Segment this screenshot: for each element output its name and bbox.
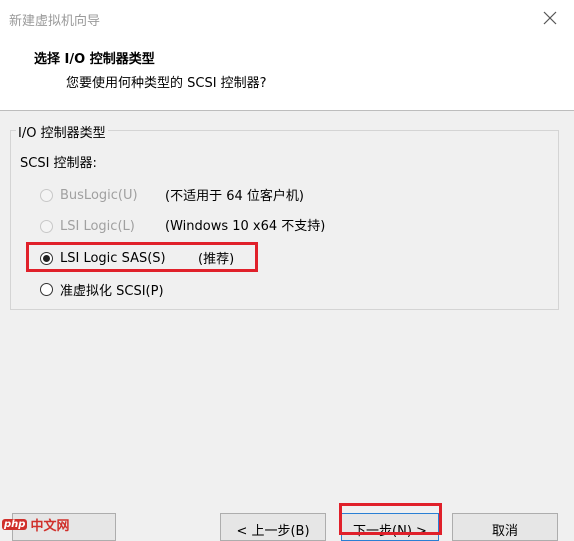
watermark-badge: php	[2, 519, 28, 530]
radio-buslogic[interactable]: BusLogic(U)	[40, 185, 138, 205]
watermark: php 中文网	[2, 515, 69, 534]
radio-lsi-logic-note: (Windows 10 x64 不支持)	[165, 219, 326, 234]
close-icon[interactable]	[540, 8, 560, 28]
radio-buslogic-note: (不适用于 64 位客户机)	[165, 189, 304, 204]
radio-buslogic-label: BusLogic(U)	[60, 187, 138, 203]
radio-paravirtual-scsi-label: 准虚拟化 SCSI(P)	[60, 283, 164, 299]
next-highlight-box	[339, 503, 442, 535]
radio-lsi-logic-label: LSI Logic(L)	[60, 218, 135, 234]
radio-button[interactable]	[40, 282, 53, 296]
highlight-box	[26, 242, 258, 272]
radio-button[interactable]	[40, 219, 53, 233]
radio-lsi-logic[interactable]: LSI Logic(L)	[40, 216, 135, 236]
scsi-controller-label: SCSI 控制器:	[20, 156, 97, 171]
radio-paravirtual-scsi[interactable]: 准虚拟化 SCSI(P)	[40, 279, 164, 299]
wizard-header: 选择 I/O 控制器类型 您要使用何种类型的 SCSI 控制器?	[0, 36, 574, 111]
radio-button[interactable]	[40, 188, 53, 202]
cancel-button[interactable]: 取消	[452, 513, 558, 541]
back-button[interactable]: < 上一步(B)	[220, 513, 326, 541]
window-title: 新建虚拟机向导	[9, 14, 101, 29]
watermark-text: 中文网	[30, 519, 70, 534]
title-bar: 新建虚拟机向导	[0, 0, 574, 36]
page-subtitle: 您要使用何种类型的 SCSI 控制器?	[66, 76, 267, 91]
group-legend: I/O 控制器类型	[16, 122, 108, 141]
page-title: 选择 I/O 控制器类型	[34, 52, 155, 67]
